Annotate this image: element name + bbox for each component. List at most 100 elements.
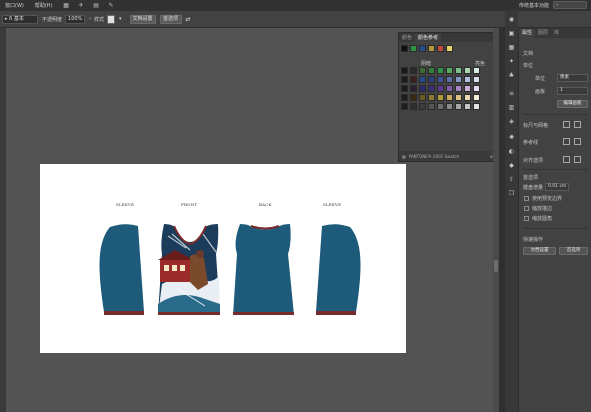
graphic-styles-icon[interactable]: ◐ bbox=[508, 148, 515, 155]
checkbox-preview-bounds[interactable] bbox=[524, 196, 529, 201]
artboard-select[interactable]: 1 bbox=[557, 87, 588, 95]
left-sleeve[interactable] bbox=[99, 224, 145, 315]
swatch-cell[interactable] bbox=[437, 85, 444, 92]
swatch-base-4[interactable] bbox=[437, 45, 444, 52]
tab-color-guide[interactable]: 颜色参考 bbox=[415, 34, 442, 42]
guides-show-icon[interactable] bbox=[563, 138, 570, 145]
swatch-base-5[interactable] bbox=[446, 45, 453, 52]
swatch-cell[interactable] bbox=[473, 76, 480, 83]
swatch-cell[interactable] bbox=[428, 94, 435, 101]
swatch-cell[interactable] bbox=[428, 76, 435, 83]
menu-help[interactable]: 帮助(H) bbox=[35, 2, 53, 9]
gradient-icon[interactable]: ▥ bbox=[508, 104, 515, 111]
swatch-cell[interactable] bbox=[455, 94, 462, 101]
tab-layers[interactable]: 图层 bbox=[535, 29, 551, 38]
swatch-base-3[interactable] bbox=[428, 45, 435, 52]
swatch-cell[interactable] bbox=[419, 85, 426, 92]
swatch-cell[interactable] bbox=[419, 103, 426, 110]
scroll-thumb[interactable] bbox=[494, 260, 498, 272]
swatch-cell[interactable] bbox=[455, 76, 462, 83]
workspace-label[interactable]: 传统基本功能 bbox=[519, 2, 549, 9]
tab-libraries[interactable]: 库 bbox=[551, 29, 562, 38]
artboards-icon[interactable]: ❒ bbox=[508, 190, 515, 197]
swatch-cell[interactable] bbox=[428, 85, 435, 92]
right-sleeve[interactable] bbox=[316, 224, 361, 315]
symbols-icon[interactable]: ♣ bbox=[508, 72, 515, 79]
swatch-base-1[interactable] bbox=[410, 45, 417, 52]
swatch-cell[interactable] bbox=[455, 85, 462, 92]
swatch-cell[interactable] bbox=[410, 67, 417, 74]
swatch-cell[interactable] bbox=[428, 103, 435, 110]
swatch-cell[interactable] bbox=[446, 94, 453, 101]
swatch-cell[interactable] bbox=[401, 103, 408, 110]
snap-point-icon[interactable] bbox=[563, 156, 570, 163]
swatch-cell[interactable] bbox=[455, 103, 462, 110]
swatch-cell[interactable] bbox=[401, 67, 408, 74]
footer-grid-icon[interactable]: ▦ bbox=[402, 154, 406, 159]
guides-lock-icon[interactable] bbox=[574, 138, 581, 145]
grid-toggle-icon[interactable] bbox=[574, 121, 581, 128]
checkbox-scale-corners[interactable] bbox=[524, 216, 529, 221]
snap-pixel-icon[interactable] bbox=[574, 156, 581, 163]
brushes-icon[interactable]: ✦ bbox=[508, 58, 515, 65]
swatch-cell[interactable] bbox=[446, 85, 453, 92]
transparency-icon[interactable]: ◈ bbox=[508, 118, 515, 125]
swatch-cell[interactable] bbox=[446, 67, 453, 74]
edit-artboards-button[interactable]: 编辑画板 bbox=[557, 100, 588, 108]
doc-setup-button[interactable]: 文档设置 bbox=[129, 14, 156, 24]
tab-properties[interactable]: 属性 bbox=[519, 29, 536, 38]
swatch-cell[interactable] bbox=[473, 103, 480, 110]
appearance-icon[interactable]: ✺ bbox=[508, 134, 515, 141]
preferences-button[interactable]: 首选项 bbox=[159, 14, 182, 24]
swatch-cell[interactable] bbox=[437, 103, 444, 110]
ruler-icon[interactable] bbox=[563, 121, 570, 128]
swatch-cell[interactable] bbox=[473, 94, 480, 101]
swatch-cell[interactable] bbox=[419, 67, 426, 74]
swatch-cell[interactable] bbox=[437, 67, 444, 74]
swatch-cell[interactable] bbox=[401, 94, 408, 101]
swatch-cell[interactable] bbox=[455, 67, 462, 74]
swatch-cell[interactable] bbox=[437, 76, 444, 83]
menu-window[interactable]: 窗口(W) bbox=[5, 2, 24, 9]
swatch-cell[interactable] bbox=[419, 94, 426, 101]
swatch-cell[interactable] bbox=[464, 103, 471, 110]
unit-select[interactable]: 像素 bbox=[557, 74, 588, 82]
chevron-down-icon[interactable]: ▾ bbox=[119, 16, 122, 22]
swatch-cell[interactable] bbox=[410, 85, 417, 92]
search-input[interactable]: ⌕ bbox=[553, 1, 587, 9]
layers-icon[interactable]: ◆ bbox=[508, 162, 515, 169]
swatch-cell[interactable] bbox=[464, 76, 471, 83]
library-icon[interactable]: ▣ bbox=[508, 30, 515, 37]
swatch-cell[interactable] bbox=[410, 103, 417, 110]
opacity-field[interactable]: 100% bbox=[65, 14, 86, 24]
front-panel[interactable] bbox=[158, 224, 220, 315]
doc-setup-button[interactable]: 文档设置 bbox=[523, 247, 556, 255]
stroke-icon[interactable]: ≡ bbox=[508, 90, 515, 97]
swatch-cell[interactable] bbox=[410, 76, 417, 83]
swatch-cell[interactable] bbox=[410, 94, 417, 101]
swatch-cell[interactable] bbox=[446, 103, 453, 110]
swatch-cell[interactable] bbox=[464, 67, 471, 74]
checkbox-scale-strokes[interactable] bbox=[524, 206, 529, 211]
layout-icon[interactable]: ▤ bbox=[93, 2, 100, 9]
artboard[interactable]: SLEEVE FRONT BACK SLEEVE bbox=[40, 164, 406, 353]
swatch-cell[interactable] bbox=[473, 85, 480, 92]
arrange-icon[interactable]: ⇄ bbox=[186, 16, 191, 23]
swatch-cell[interactable] bbox=[473, 67, 480, 74]
brush-icon[interactable]: ✎ bbox=[108, 2, 115, 9]
style-swatch[interactable] bbox=[107, 14, 116, 24]
swatch-cell[interactable] bbox=[401, 76, 408, 83]
swatches-icon[interactable]: ▦ bbox=[508, 44, 515, 51]
grid-icon[interactable]: ▦ bbox=[63, 2, 70, 9]
swatch-cell[interactable] bbox=[401, 85, 408, 92]
selection-mode-select[interactable]: ▸ ß 基本 bbox=[2, 14, 38, 24]
swatch-cell[interactable] bbox=[464, 94, 471, 101]
swatch-cell[interactable] bbox=[419, 76, 426, 83]
swatch-cell[interactable] bbox=[437, 94, 444, 101]
back-panel[interactable] bbox=[233, 224, 294, 315]
keyboard-increment-field[interactable]: 0.01 cm bbox=[545, 183, 569, 191]
preferences-button[interactable]: 首选项 bbox=[559, 247, 588, 255]
swatch-cell[interactable] bbox=[428, 67, 435, 74]
export-icon[interactable]: ⇪ bbox=[508, 176, 515, 183]
swatch-base-2[interactable] bbox=[419, 45, 426, 52]
